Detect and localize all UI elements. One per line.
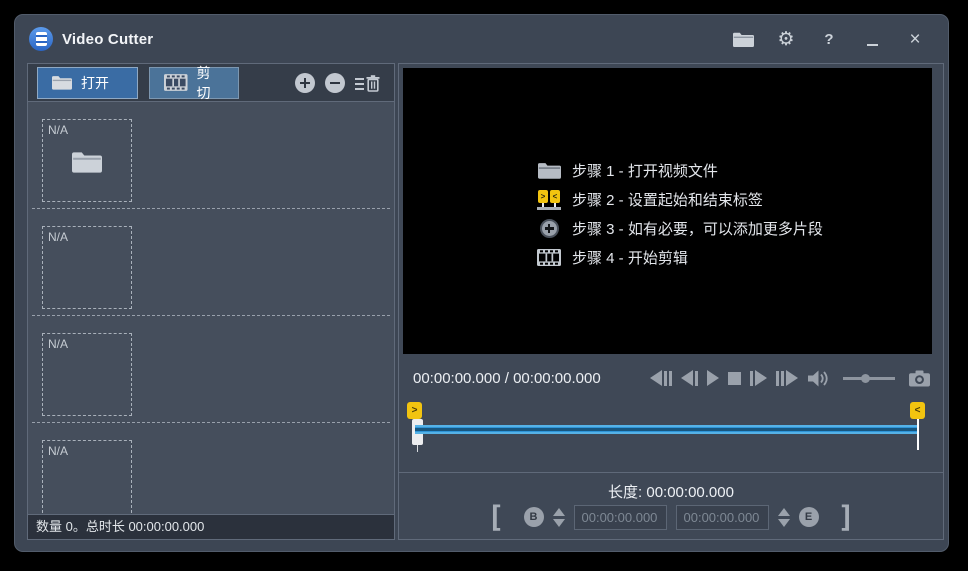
steps-help: 步骤 1 - 打开视频文件 > < 步骤 2 - 设置起始和结束标签 — [537, 160, 823, 268]
end-marker-line — [917, 419, 919, 450]
film-icon — [537, 249, 561, 266]
step-text: 步骤 4 - 开始剪辑 — [572, 247, 688, 268]
step-back-icon — [681, 370, 693, 386]
film-glyph-icon — [36, 32, 47, 46]
snapshot-button[interactable] — [909, 369, 930, 387]
end-bracket-icon: ] — [838, 504, 855, 530]
list-item[interactable]: N/A — [32, 316, 390, 423]
next-keyframe-icon — [786, 370, 798, 386]
spin-down-icon[interactable] — [778, 519, 790, 527]
trim-markers-icon: > < — [537, 190, 561, 210]
segment-thumbnail[interactable]: N/A — [42, 333, 132, 416]
folder-icon — [733, 32, 754, 47]
mute-button[interactable] — [807, 369, 829, 387]
list-item[interactable]: N/A — [32, 423, 390, 514]
help-icon: ? — [824, 31, 833, 48]
play-button[interactable] — [707, 369, 719, 387]
open-file-button[interactable] — [732, 28, 754, 50]
remove-segment-button[interactable] — [325, 73, 345, 93]
volume-slider[interactable] — [843, 377, 895, 380]
step-text: 步骤 2 - 设置起始和结束标签 — [572, 189, 763, 210]
settings-button[interactable]: ⚙ — [775, 28, 797, 50]
spin-down-icon[interactable] — [553, 519, 565, 527]
folder-icon — [72, 150, 102, 173]
window-title: Video Cutter — [62, 31, 153, 48]
length-label: 长度: 00:00:00.000 — [399, 481, 943, 502]
time-display: 00:00:00.000 / 00:00:00.000 — [413, 370, 601, 387]
stop-button[interactable] — [728, 369, 741, 387]
add-segment-button[interactable] — [295, 73, 315, 93]
segment-list: N/A N/A N/A N/A — [28, 102, 394, 514]
stop-icon — [728, 372, 741, 385]
app-window: Video Cutter ⚙ ? × — [14, 14, 949, 552]
segment-thumbnail[interactable]: N/A — [42, 440, 132, 514]
step-row: 步骤 1 - 打开视频文件 — [537, 160, 823, 181]
minus-icon — [330, 82, 340, 85]
step-forward-icon — [755, 370, 767, 386]
close-icon: × — [909, 30, 920, 49]
step-forward-button[interactable] — [750, 369, 767, 387]
film-icon — [164, 74, 188, 91]
status-bar: 数量 0。总时长 00:00:00.000 — [28, 514, 394, 539]
cut-video-button[interactable]: 剪切 — [149, 67, 239, 99]
cut-tab-label: 剪切 — [197, 63, 224, 103]
speaker-icon — [807, 369, 829, 388]
segment-label: N/A — [48, 230, 68, 244]
step-back-button[interactable] — [681, 369, 698, 387]
start-time-stepper[interactable] — [553, 508, 565, 527]
help-button[interactable]: ? — [818, 28, 840, 50]
begin-bracket-icon: [ — [487, 504, 504, 530]
video-preview: 步骤 1 - 打开视频文件 > < 步骤 2 - 设置起始和结束标签 — [403, 68, 932, 354]
prev-keyframe-button[interactable] — [650, 369, 672, 387]
play-icon — [707, 370, 719, 386]
clip-list-panel: 打开 剪切 — [27, 63, 395, 540]
playback-controls: 00:00:00.000 / 00:00:00.000 — [399, 364, 932, 392]
camera-icon — [909, 370, 930, 387]
step-row: 步骤 4 - 开始剪辑 — [537, 247, 823, 268]
gear-icon: ⚙ — [777, 30, 794, 49]
prev-keyframe-icon — [650, 370, 662, 386]
titlebar: Video Cutter ⚙ ? × — [15, 15, 948, 63]
volume-handle[interactable] — [861, 374, 870, 383]
player-panel: 步骤 1 - 打开视频文件 > < 步骤 2 - 设置起始和结束标签 — [398, 63, 944, 540]
timeline-track[interactable] — [415, 425, 917, 434]
minimize-button[interactable] — [861, 28, 883, 50]
open-video-button[interactable]: 打开 — [37, 67, 138, 99]
clip-toolbar: 打开 剪切 — [28, 64, 394, 102]
folder-icon — [52, 75, 72, 90]
spin-up-icon[interactable] — [553, 508, 565, 516]
minimize-icon — [867, 44, 878, 46]
end-time-input[interactable] — [676, 505, 769, 530]
step-row: > < 步骤 2 - 设置起始和结束标签 — [537, 189, 823, 210]
start-flag-marker[interactable]: > — [407, 402, 422, 419]
segment-label: N/A — [48, 123, 68, 137]
segment-label: N/A — [48, 444, 68, 458]
app-icon — [29, 27, 53, 51]
start-time-input[interactable] — [574, 505, 667, 530]
open-tab-label: 打开 — [81, 73, 109, 93]
folder-icon — [538, 162, 561, 179]
divider — [399, 472, 943, 473]
set-begin-button[interactable]: B — [524, 507, 544, 527]
step-text: 步骤 3 - 如有必要，可以添加更多片段 — [572, 218, 823, 239]
spin-up-icon[interactable] — [778, 508, 790, 516]
plus-circle-icon — [540, 219, 559, 238]
trash-icon — [366, 75, 380, 92]
segment-thumbnail[interactable]: N/A — [42, 226, 132, 309]
set-end-button[interactable]: E — [799, 507, 819, 527]
end-time-stepper[interactable] — [778, 508, 790, 527]
list-item[interactable]: N/A — [32, 102, 390, 209]
segment-thumbnail[interactable]: N/A — [42, 119, 132, 202]
list-item[interactable]: N/A — [32, 209, 390, 316]
step-row: 步骤 3 - 如有必要，可以添加更多片段 — [537, 218, 823, 239]
close-button[interactable]: × — [904, 28, 926, 50]
next-keyframe-button[interactable] — [776, 369, 798, 387]
clear-list-button[interactable] — [355, 74, 380, 92]
list-lines-icon — [355, 78, 364, 91]
end-flag-marker[interactable]: < — [910, 402, 925, 419]
segment-label: N/A — [48, 337, 68, 351]
step-text: 步骤 1 - 打开视频文件 — [572, 160, 718, 181]
trim-controls: [ B E ] — [399, 502, 943, 532]
